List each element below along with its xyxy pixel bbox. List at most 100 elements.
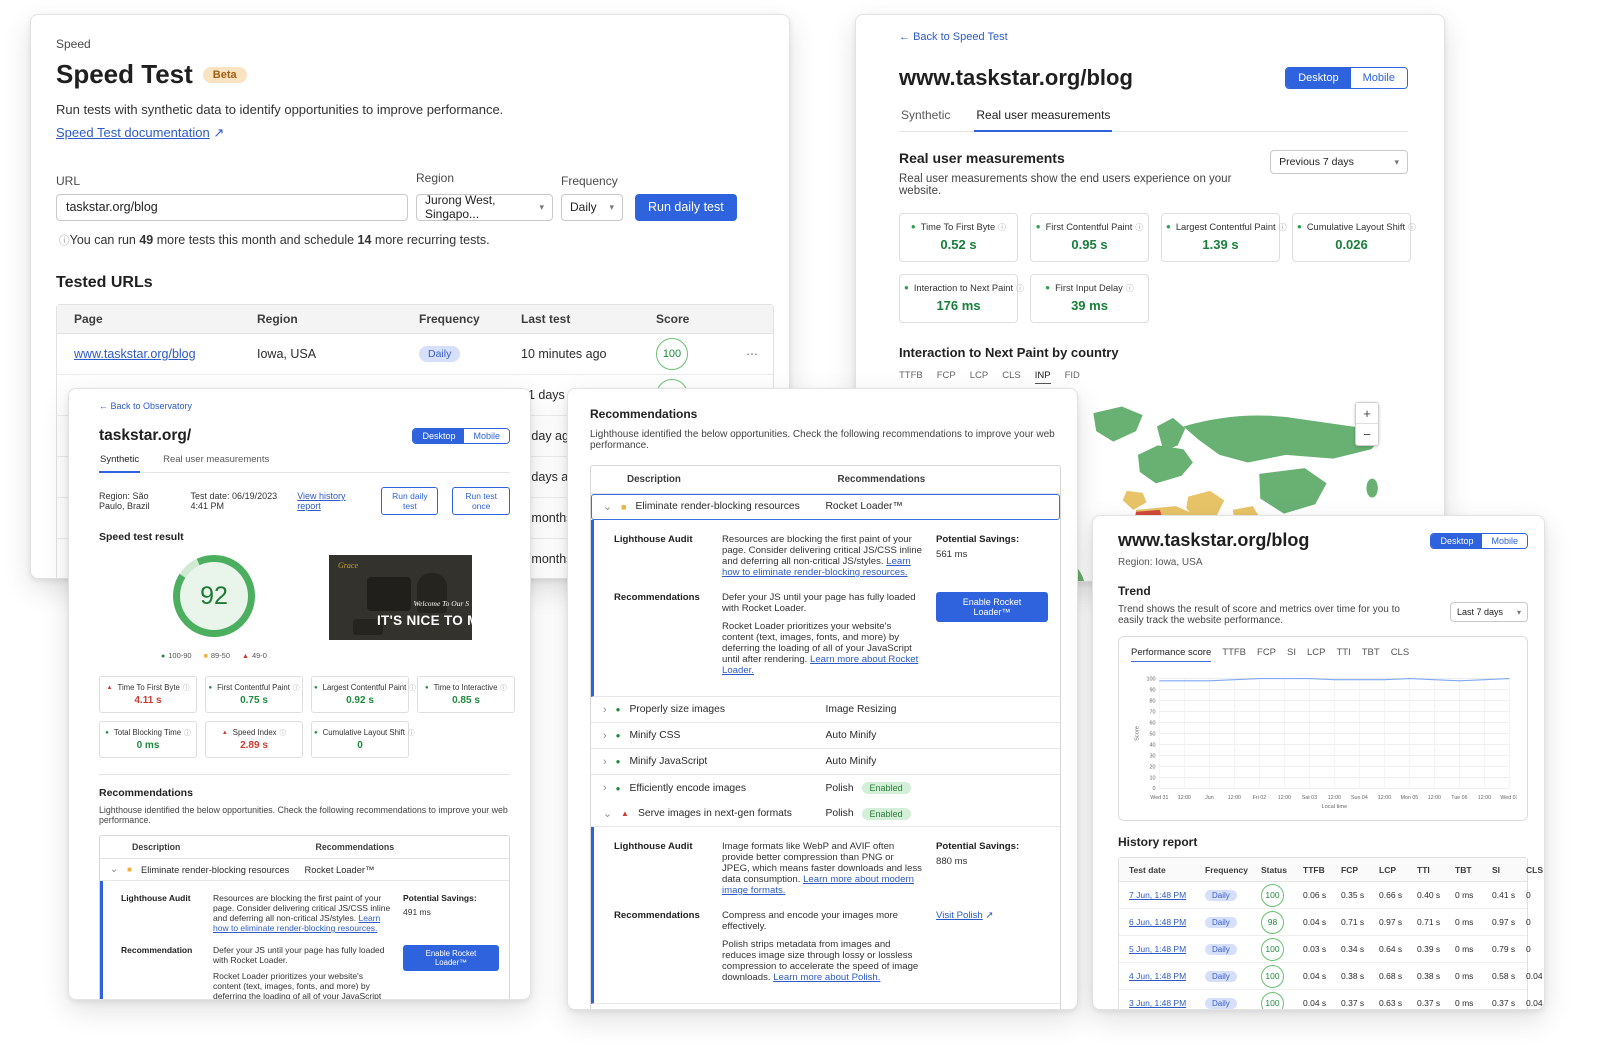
visit-polish-link[interactable]: Visit Polish [936, 910, 983, 921]
page-title: www.taskstar.org/blog [899, 65, 1133, 91]
tab-real-user-measurements[interactable]: Real user measurements [974, 101, 1112, 132]
url-input[interactable] [56, 194, 408, 221]
chevron-right-icon[interactable]: › [603, 782, 607, 794]
si-cell: 0.58 s [1492, 971, 1526, 981]
thumb-tagline: Welcome To Our S [414, 599, 470, 608]
device-toggle: Desktop Mobile [1430, 533, 1528, 549]
metric-value: 0.92 s [314, 695, 406, 706]
rec-label: Eliminate render-blocking resources [635, 501, 799, 512]
run-test-once-button[interactable]: Run test once [452, 487, 510, 515]
mobile-toggle[interactable]: Mobile [464, 429, 509, 443]
lighthouse-audit-label: Lighthouse Audit [614, 534, 710, 545]
desktop-toggle[interactable]: Desktop [1286, 68, 1350, 88]
view-history-report-link[interactable]: View history report [297, 491, 353, 511]
chart-tab-ttfb[interactable]: TTFB [1222, 647, 1246, 662]
test-date-link[interactable]: 6 Jun, 1:48 PM [1129, 917, 1205, 927]
back-arrow-icon: ← [99, 401, 108, 411]
region-select[interactable]: Jurong West, Singapo... ▾ [416, 194, 553, 221]
map-tab-cls[interactable]: CLS [1002, 370, 1020, 384]
chart-tab-lcp[interactable]: LCP [1307, 647, 1325, 662]
chart-tab-performance-score[interactable]: Performance score [1131, 647, 1211, 662]
rec-label: Minify CSS [629, 730, 680, 741]
map-tab-inp[interactable]: INP [1035, 370, 1051, 384]
chart-tab-fcp[interactable]: FCP [1257, 647, 1276, 662]
rec-intro: Defer your JS until your page has fully … [722, 592, 924, 614]
status-dot-icon: ● [904, 283, 909, 292]
date-range-select[interactable]: Previous 7 days ▾ [1270, 150, 1408, 174]
lcp-cell: 0.66 s [1379, 890, 1417, 900]
frequency-badge: Daily [1205, 917, 1237, 928]
date-range-value: Previous 7 days [1279, 156, 1354, 168]
row-menu-icon[interactable]: ⋯ [741, 347, 773, 361]
rec-learn-link[interactable]: Learn more about Polish. [773, 972, 880, 983]
frequency-select-value: Daily [570, 200, 597, 214]
test-date-link[interactable]: 7 Jun, 1:48 PM [1129, 890, 1205, 900]
col-recommendations: Recommendations [316, 842, 500, 852]
map-tab-fcp[interactable]: FCP [937, 370, 956, 384]
zoom-in-button[interactable]: + [1356, 403, 1378, 424]
map-tab-ttfb[interactable]: TTFB [899, 370, 923, 384]
chart-tab-cls[interactable]: CLS [1391, 647, 1409, 662]
date-range-select[interactable]: Last 7 days ▾ [1450, 602, 1528, 622]
mobile-toggle[interactable]: Mobile [1482, 534, 1527, 548]
trend-chart-card: Performance score TTFB FCP SI LCP TTI TB… [1118, 636, 1528, 821]
rec-row[interactable]: › ● Minify CSS Auto Minify [591, 723, 1060, 749]
rec-row-serve-next-gen-formats[interactable]: ⌄ ▲ Serve images in next-gen formats Pol… [591, 801, 1060, 827]
metric-label: Largest Contentful Paint [323, 683, 407, 692]
zoom-out-button[interactable]: − [1356, 424, 1378, 445]
tab-real-user-measurements[interactable]: Real user measurements [162, 449, 270, 473]
chart-tab-tti[interactable]: TTI [1336, 647, 1350, 662]
rec-row[interactable]: › ● Properly size images Image Resizing [591, 697, 1060, 723]
desktop-toggle[interactable]: Desktop [1431, 534, 1482, 548]
chevron-down-icon[interactable]: ⌄ [603, 807, 612, 820]
rec-product: Auto Minify [826, 756, 877, 767]
rec-row-eliminate-render-blocking[interactable]: ⌄ ■ Eliminate render-blocking resources … [591, 494, 1060, 520]
history-report-heading: History report [1118, 835, 1528, 849]
back-to-speed-test-link[interactable]: Back to Speed Test [913, 31, 1008, 43]
rec-row[interactable]: › ● Efficiently encode images PolishEnab… [591, 775, 1060, 801]
desktop-toggle[interactable]: Desktop [413, 429, 464, 443]
run-daily-test-button[interactable]: Run daily test [635, 194, 737, 221]
si-cell: 0.79 s [1492, 944, 1526, 954]
test-date-link[interactable]: 4 Jun, 1:48 PM [1129, 971, 1205, 981]
status-icon: ● [314, 730, 318, 736]
metric-label: Speed Index [233, 728, 277, 737]
table-row: 7 Jun, 1:48 PM Daily 100 0.06 s 0.35 s 0… [1119, 882, 1527, 909]
back-to-observatory-link[interactable]: Back to Observatory [111, 401, 193, 411]
metric-label: First Contentful Paint [217, 683, 290, 692]
col-last-test: Last test [521, 312, 656, 326]
chart-tab-tbt[interactable]: TBT [1362, 647, 1380, 662]
chevron-right-icon[interactable]: › [603, 756, 607, 768]
potential-savings-value: 880 ms [936, 856, 1048, 867]
col-page: Page [74, 312, 257, 326]
chart-tab-si[interactable]: SI [1287, 647, 1296, 662]
mobile-toggle[interactable]: Mobile [1351, 68, 1407, 88]
doc-link[interactable]: Speed Test documentation [56, 125, 210, 140]
legend-glyph-icon: ▲ [242, 653, 249, 660]
run-daily-test-button[interactable]: Run daily test [381, 487, 438, 515]
chevron-down-icon[interactable]: ⌄ [110, 864, 118, 875]
tab-synthetic[interactable]: Synthetic [99, 449, 140, 473]
metric-value: 2.89 s [208, 740, 300, 751]
test-date-link[interactable]: 5 Jun, 1:48 PM [1129, 944, 1205, 954]
map-tab-lcp[interactable]: LCP [970, 370, 988, 384]
enable-rocket-loader-button[interactable]: Enable Rocket Loader™ [403, 945, 499, 971]
map-tab-fid[interactable]: FID [1065, 370, 1080, 384]
tab-synthetic[interactable]: Synthetic [899, 101, 952, 132]
svg-text:70: 70 [1150, 709, 1156, 715]
chevron-down-icon[interactable]: ⌄ [603, 500, 612, 513]
svg-text:12:00: 12:00 [1278, 795, 1291, 801]
chevron-right-icon[interactable]: › [603, 730, 607, 742]
lighthouse-audit-label: Lighthouse Audit [614, 841, 710, 852]
section-description: Real user measurements show the end user… [899, 173, 1270, 197]
si-cell: 0.97 s [1492, 917, 1526, 927]
rec-row[interactable]: › ● Initial server response time was sho… [591, 1004, 1060, 1010]
page-link[interactable]: www.taskstar.org/blog [74, 347, 257, 361]
test-date-link[interactable]: 3 Jun, 1:48 PM [1129, 998, 1205, 1008]
svg-text:Wed 31: Wed 31 [1150, 795, 1168, 801]
enable-rocket-loader-button[interactable]: Enable Rocket Loader™ [936, 592, 1048, 622]
chevron-right-icon[interactable]: › [603, 704, 607, 716]
rec-row[interactable]: › ● Minify JavaScript Auto Minify [591, 749, 1060, 775]
frequency-select[interactable]: Daily ▾ [561, 194, 623, 221]
rec-row-eliminate-render-blocking[interactable]: ⌄ ■ Eliminate render-blocking resources … [100, 859, 509, 881]
